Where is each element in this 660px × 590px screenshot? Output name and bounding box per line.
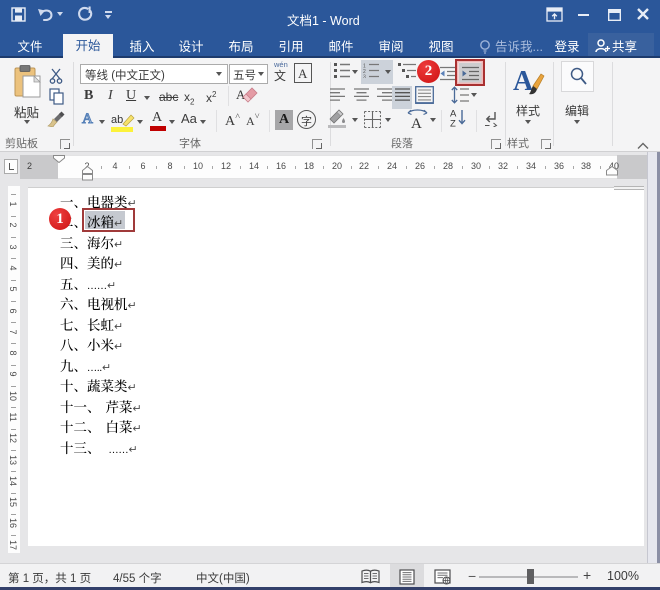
- svg-text:A: A: [411, 116, 422, 130]
- svg-text:Z: Z: [450, 119, 456, 128]
- svg-text:A: A: [236, 87, 246, 102]
- svg-text:ab: ab: [111, 114, 123, 126]
- svg-text:3: 3: [363, 75, 366, 79]
